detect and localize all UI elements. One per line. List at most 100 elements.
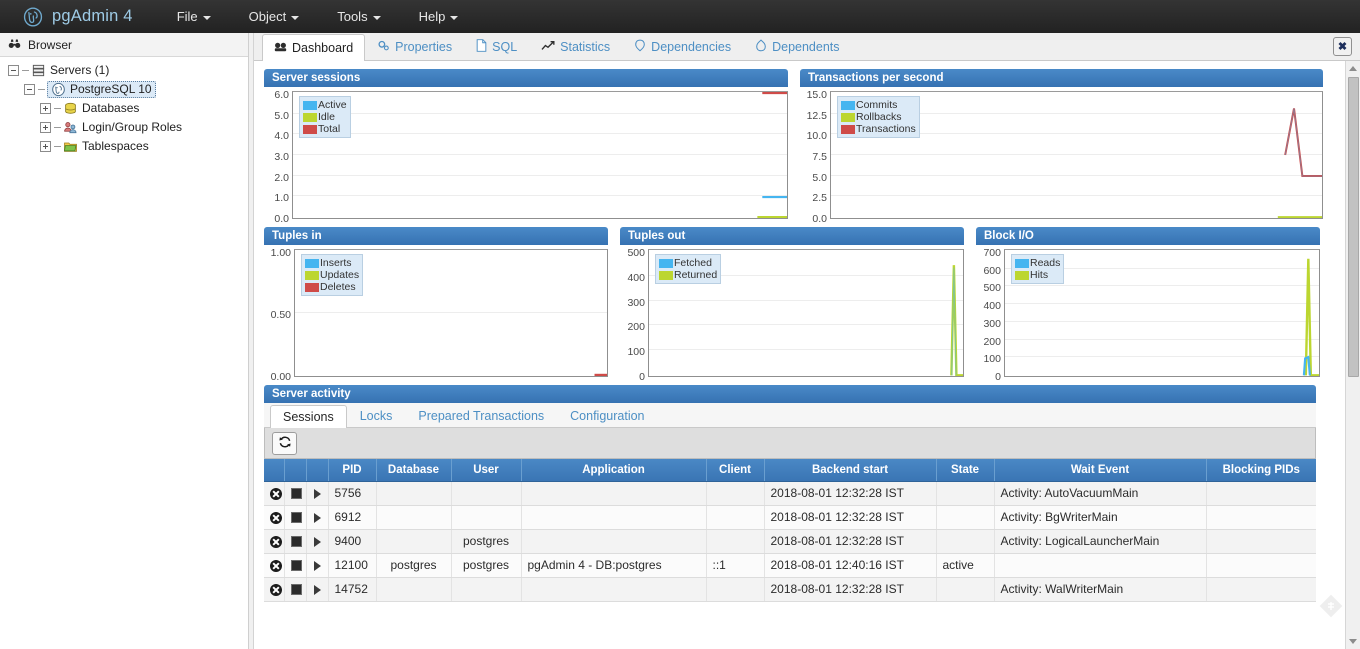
menu-item-help[interactable]: Help [409, 5, 469, 28]
table-row[interactable]: 9400 postgres 2018-08-01 12:32:28 IST Ac… [264, 529, 1316, 553]
chart-row-bottom: Tuples in 1.00 0.50 0.00 Inserts Updates [264, 227, 1350, 377]
tab-dependencies-label: Dependencies [651, 40, 731, 54]
col-state[interactable]: State [936, 459, 994, 481]
cancel-query-icon [270, 560, 282, 572]
col-pid[interactable]: PID [328, 459, 376, 481]
tab-prepared-transactions[interactable]: Prepared Transactions [405, 404, 557, 427]
legend-swatch [303, 113, 317, 122]
vertical-scrollbar[interactable] [1345, 61, 1360, 649]
menu-item-file[interactable]: File [167, 5, 221, 28]
scroll-track[interactable] [1346, 378, 1360, 634]
y-tick: 500 [983, 282, 1001, 294]
menu-item-tools[interactable]: Tools [327, 5, 390, 28]
cell-wait-event: Activity: WalWriterMain [994, 577, 1206, 601]
cancel-query-button[interactable] [264, 481, 284, 505]
terminate-session-button[interactable] [284, 481, 306, 505]
expand-row-button[interactable] [306, 505, 328, 529]
table-row[interactable]: 5756 2018-08-01 12:32:28 IST Activity: A… [264, 481, 1316, 505]
terminate-session-button[interactable] [284, 529, 306, 553]
cancel-query-button[interactable] [264, 553, 284, 577]
cancel-query-icon [270, 512, 282, 524]
legend-label: Updates [320, 269, 359, 281]
chevron-down-icon [203, 16, 211, 20]
tab-dependencies[interactable]: Dependencies [622, 33, 743, 60]
col-user[interactable]: User [451, 459, 521, 481]
tab-sql[interactable]: SQL [464, 33, 529, 60]
scroll-up-button[interactable] [1346, 61, 1360, 76]
chevron-down-icon [373, 16, 381, 20]
chart-panel-tuples-in: Tuples in 1.00 0.50 0.00 Inserts Updates [264, 227, 608, 377]
tab-dependents[interactable]: Dependents [743, 33, 851, 60]
expand-toggle-icon[interactable] [40, 103, 51, 114]
close-icon[interactable]: ✖ [1333, 37, 1352, 56]
tree-item-tablespaces[interactable]: Tablespaces [0, 137, 248, 156]
expand-row-button[interactable] [306, 529, 328, 553]
legend-label: Commits [856, 99, 897, 111]
collapse-toggle-icon[interactable] [24, 84, 35, 95]
scroll-thumb[interactable] [1348, 77, 1359, 377]
expand-row-button[interactable] [306, 481, 328, 505]
cell-blocking-pids [1206, 529, 1316, 553]
table-row[interactable]: 14752 2018-08-01 12:32:28 IST Activity: … [264, 577, 1316, 601]
legend-tuples-in: Inserts Updates Deletes [301, 254, 363, 296]
refresh-button[interactable] [272, 432, 297, 455]
expand-toggle-icon[interactable] [40, 122, 51, 133]
col-action-cancel[interactable] [264, 459, 284, 481]
cell-blocking-pids [1206, 505, 1316, 529]
sessions-table-body: 5756 2018-08-01 12:32:28 IST Activity: A… [264, 481, 1316, 601]
menu-item-object[interactable]: Object [239, 5, 310, 28]
tab-properties[interactable]: Properties [365, 33, 464, 60]
tab-configuration[interactable]: Configuration [557, 404, 657, 427]
tab-sessions[interactable]: Sessions [270, 405, 347, 428]
terminate-session-button[interactable] [284, 553, 306, 577]
sessions-table: PID Database User Application Client Bac… [264, 459, 1316, 602]
terminate-session-button[interactable] [284, 505, 306, 529]
legend-swatch [659, 271, 673, 280]
collapse-toggle-icon[interactable] [8, 65, 19, 76]
plot-block-io: Reads Hits [1004, 249, 1320, 377]
app-brand: pgAdmin 4 [22, 6, 133, 28]
gears-icon [377, 39, 390, 55]
col-backend-start[interactable]: Backend start [764, 459, 936, 481]
dashboard-icon [274, 41, 287, 56]
expand-toggle-icon[interactable] [40, 141, 51, 152]
tree-item-databases[interactable]: Databases [0, 99, 248, 118]
col-wait-event[interactable]: Wait Event [994, 459, 1206, 481]
tree-item-postgresql-10[interactable]: PostgreSQL 10 [0, 80, 248, 99]
terminate-session-button[interactable] [284, 577, 306, 601]
expand-row-button[interactable] [306, 553, 328, 577]
legend-swatch [303, 125, 317, 134]
chart-area-server-sessions: 6.0 5.0 4.0 3.0 2.0 1.0 0.0 [264, 87, 788, 219]
y-tick: 200 [983, 336, 1001, 348]
col-client[interactable]: Client [706, 459, 764, 481]
y-tick: 300 [983, 318, 1001, 330]
y-tick: 5.0 [812, 172, 827, 184]
tab-dashboard[interactable]: Dashboard [262, 34, 365, 61]
resize-grip-icon [1318, 593, 1344, 619]
menu-item-tools-label: Tools [337, 9, 367, 24]
cell-state [936, 577, 994, 601]
table-row[interactable]: 12100 postgres postgres pgAdmin 4 - DB:p… [264, 553, 1316, 577]
col-action-expand[interactable] [306, 459, 328, 481]
browser-panel: Browser Servers (1) [0, 33, 249, 649]
legend-label: Deletes [320, 281, 356, 293]
y-tick: 7.5 [812, 151, 827, 163]
legend-label: Reads [1030, 257, 1060, 269]
col-application[interactable]: Application [521, 459, 706, 481]
expand-row-button[interactable] [306, 577, 328, 601]
legend-swatch [1015, 259, 1029, 268]
tree-item-login-group-roles[interactable]: Login/Group Roles [0, 118, 248, 137]
cancel-query-button[interactable] [264, 505, 284, 529]
col-blocking-pids[interactable]: Blocking PIDs [1206, 459, 1316, 481]
col-database[interactable]: Database [376, 459, 451, 481]
col-action-terminate[interactable] [284, 459, 306, 481]
expand-row-icon [314, 513, 321, 523]
tab-locks[interactable]: Locks [347, 404, 406, 427]
scroll-down-button[interactable] [1346, 634, 1360, 649]
tab-statistics[interactable]: Statistics [529, 33, 622, 60]
tree-item-databases-label: Databases [82, 101, 139, 116]
table-row[interactable]: 6912 2018-08-01 12:32:28 IST Activity: B… [264, 505, 1316, 529]
tree-item-servers[interactable]: Servers (1) [0, 61, 248, 80]
cancel-query-button[interactable] [264, 577, 284, 601]
cancel-query-button[interactable] [264, 529, 284, 553]
